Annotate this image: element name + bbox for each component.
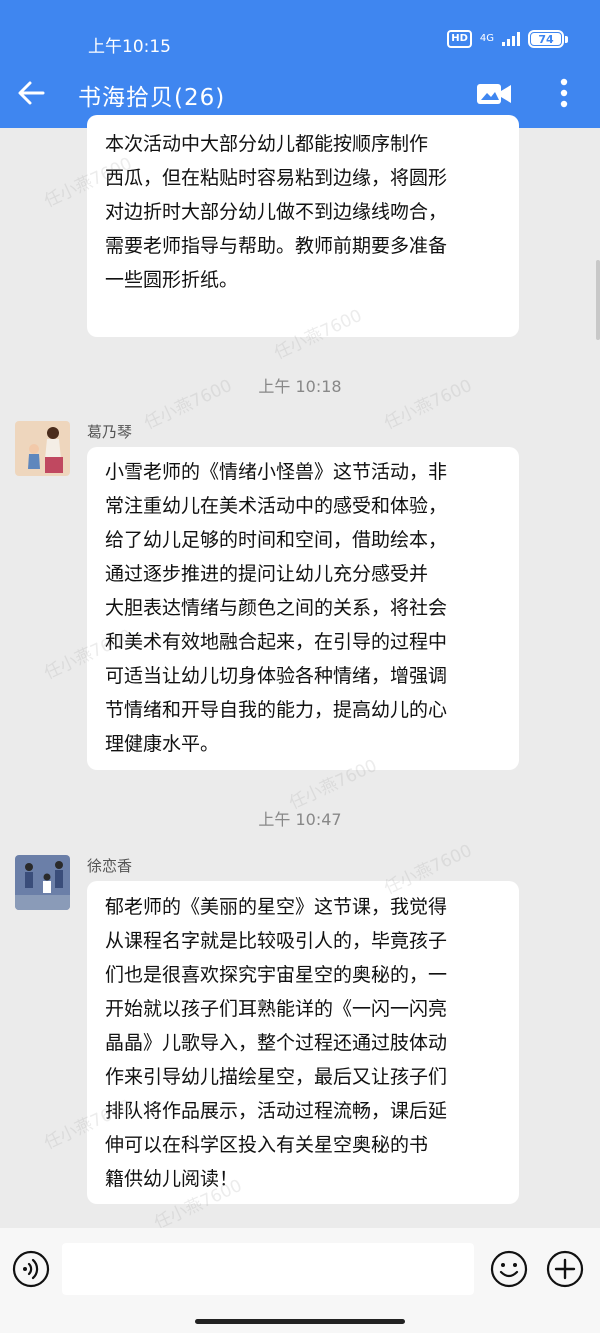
message-line: 晶晶》儿歌导入，整个过程还通过肢体动 [105, 1032, 448, 1054]
hd-badge: HD [447, 30, 472, 48]
message-line: 理健康水平。 [105, 733, 220, 755]
video-call-icon[interactable] [476, 80, 512, 108]
message-line: 排队将作品展示，活动过程流畅，课后延 [105, 1100, 448, 1122]
avatar[interactable] [15, 855, 70, 910]
signal-icon [502, 32, 520, 46]
message-line: 们也是很喜欢探究宇宙星空的奥秘的，一 [105, 964, 448, 986]
message-line: 对边折时大部分幼儿做不到边缘线吻合， [105, 201, 448, 223]
message-line: 开始就以孩子们耳熟能详的《一闪一闪亮 [105, 998, 448, 1020]
plus-icon[interactable] [546, 1250, 584, 1288]
status-icons: HD 4G 74 [447, 30, 568, 48]
message-line: 小雪老师的《情绪小怪兽》这节活动，非 [105, 461, 448, 483]
message-line: 常注重幼儿在美术活动中的感受和体验， [105, 495, 448, 517]
message-line: 节情绪和开导自我的能力，提高幼儿的心 [105, 699, 448, 721]
timestamp: 上午 10:18 [258, 377, 342, 396]
timestamp: 上午 10:47 [258, 810, 342, 829]
message-line: 籍供幼儿阅读！ [105, 1168, 239, 1190]
avatar[interactable] [15, 421, 70, 476]
message-line: 需要老师指导与帮助。教师前期要多准备 [105, 235, 448, 257]
message-line: 作来引导幼儿描绘星空，最后又让孩子们 [105, 1066, 448, 1088]
more-vertical-icon[interactable] [552, 76, 576, 110]
message-input[interactable] [62, 1243, 474, 1295]
back-arrow-icon[interactable] [16, 78, 46, 108]
message-bubble[interactable]: 本次活动中大部分幼儿都能按顺序制作 西瓜，但在粘贴时容易粘到边缘，将圆形 对边折… [87, 115, 519, 337]
battery-icon: 74 [528, 30, 568, 48]
input-bar [0, 1228, 600, 1333]
message-line: 伸可以在科学区投入有关星空奥秘的书 [105, 1134, 429, 1156]
app-header: 上午10:15 HD 4G 74 书海拾贝(26) [0, 0, 600, 128]
emoji-icon[interactable] [490, 1250, 528, 1288]
message-line: 本次活动中大部分幼儿都能按顺序制作 [105, 133, 429, 155]
chat-title: 书海拾贝(26) [78, 85, 226, 111]
status-time: 上午10:15 [88, 37, 171, 57]
message-bubble[interactable]: 郁老师的《美丽的星空》这节课，我觉得 从课程名字就是比较吸引人的，毕竟孩子 们也… [87, 881, 519, 1204]
message-line: 给了幼儿足够的时间和空间，借助绘本， [105, 529, 448, 551]
message-line: 从课程名字就是比较吸引人的，毕竟孩子 [105, 930, 448, 952]
message-line: 大胆表达情绪与颜色之间的关系，将社会 [105, 597, 448, 619]
message-line: 郁老师的《美丽的星空》这节课，我觉得 [105, 896, 448, 918]
sender-name: 葛乃琴 [87, 423, 133, 441]
scrollbar[interactable] [596, 260, 600, 340]
message-bubble[interactable]: 小雪老师的《情绪小怪兽》这节活动，非 常注重幼儿在美术活动中的感受和体验， 给了… [87, 447, 519, 770]
message-line: 可适当让幼儿切身体验各种情绪，增强调 [105, 665, 448, 687]
sender-name: 徐恋香 [87, 857, 133, 875]
message-line: 和美术有效地融合起来，在引导的过程中 [105, 631, 448, 653]
message-line: 通过逐步推进的提问让幼儿充分感受并 [105, 563, 429, 585]
voice-icon[interactable] [12, 1250, 50, 1288]
message-line: 一些圆形折纸。 [105, 269, 239, 291]
message-line: 西瓜，但在粘贴时容易粘到边缘，将圆形 [105, 167, 448, 189]
network-label: 4G [479, 33, 494, 44]
battery-level: 74 [531, 33, 561, 46]
home-indicator[interactable] [195, 1319, 405, 1324]
